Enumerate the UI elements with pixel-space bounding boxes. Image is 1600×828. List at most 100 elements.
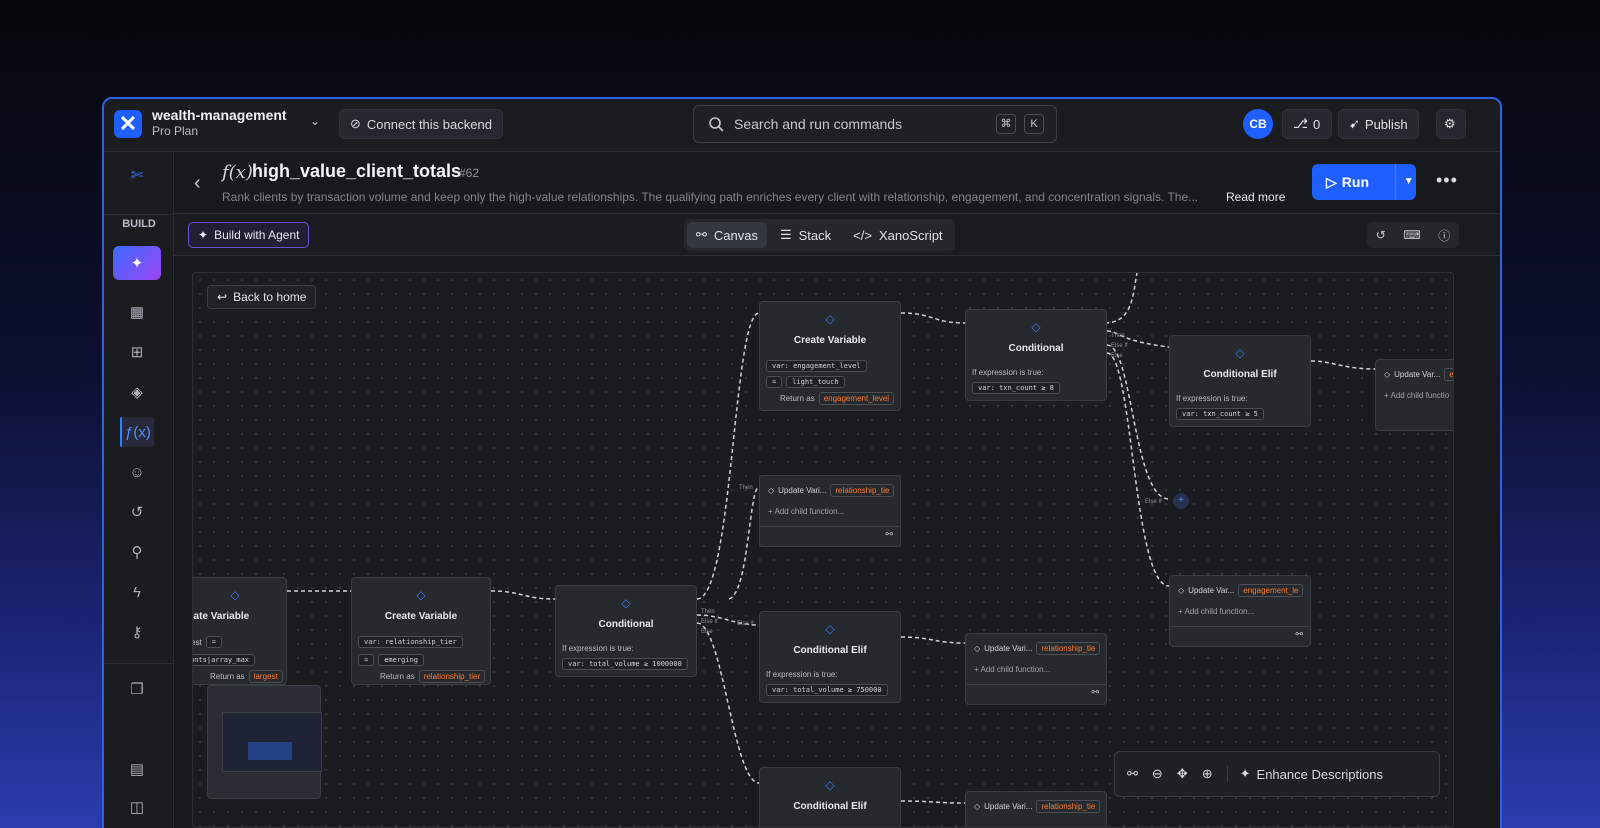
- cmd-key: ⌘: [996, 114, 1016, 134]
- tab-stack[interactable]: ☰ Stack: [771, 222, 840, 248]
- stack-icon: ☰: [779, 227, 792, 242]
- workspace-plan: Pro Plan: [152, 124, 199, 138]
- sparkle-agent-icon[interactable]: ✦: [113, 246, 161, 280]
- update-variable-node[interactable]: ◇ Update Vari... relationship_tie: [965, 791, 1107, 827]
- zoom-out-icon[interactable]: ⊖: [1152, 766, 1163, 782]
- build-section-label: BUILD: [122, 218, 156, 230]
- tag-icon: ◇: [768, 486, 775, 495]
- page-title[interactable]: high_value_client_totals: [252, 161, 461, 182]
- expr: var: txn_count ≥ 8: [972, 382, 1060, 394]
- create-variable-engagement-node[interactable]: ◇ Create Variable var: engagement_level …: [759, 301, 901, 411]
- keyboard-icon[interactable]: ⌨: [1403, 228, 1420, 242]
- value: light_touch: [786, 376, 845, 388]
- zoom-in-icon[interactable]: ⊕: [1202, 766, 1213, 782]
- var-pill: var: relationship_tier: [358, 636, 463, 648]
- info-icon[interactable]: ⓘ: [1438, 227, 1450, 244]
- panel-icon[interactable]: ◫: [120, 792, 154, 822]
- create-variable-largest-node[interactable]: ◇ eate Variable rgest= unts|array_max Re…: [192, 577, 287, 685]
- update-variable-node[interactable]: ◇ Update Var... e + Add child functio: [1375, 359, 1453, 431]
- more-options-icon[interactable]: •••: [1436, 170, 1458, 191]
- run-label: Run: [1341, 174, 1369, 190]
- bot-icon[interactable]: ☺: [120, 457, 154, 487]
- publish-button[interactable]: ➹ Publish: [1338, 109, 1419, 139]
- function-description: Rank clients by transaction volume and k…: [222, 190, 1199, 204]
- enhance-descriptions-button[interactable]: ✦ Enhance Descriptions: [1226, 766, 1383, 782]
- conditional-elif-volume-node[interactable]: ◇ Conditional Elif If expression is true…: [759, 611, 901, 703]
- xano-logo-icon[interactable]: ✕: [114, 110, 142, 138]
- connect-backend-label: Connect this backend: [366, 116, 492, 132]
- back-to-home-label: Back to home: [233, 290, 307, 304]
- tag-icon: ◇: [1178, 586, 1185, 595]
- top-bar: ✕ wealth-management Pro Plan ⌄ ⊘ Connect…: [104, 99, 1500, 152]
- history-icon[interactable]: ↺: [1376, 228, 1386, 242]
- run-button[interactable]: ▷ Run ▼: [1312, 164, 1416, 200]
- return-var: engagement_level: [818, 392, 895, 405]
- table-icon[interactable]: ⊞: [120, 337, 154, 367]
- functions-icon[interactable]: ƒ(x): [120, 417, 154, 447]
- tag-icon: ◇: [416, 588, 426, 602]
- storage-icon[interactable]: ▤: [120, 754, 154, 784]
- recenter-icon[interactable]: ✥: [1177, 766, 1188, 782]
- elseif-tag: Else If: [737, 621, 754, 627]
- tools-icon[interactable]: ✄: [120, 160, 154, 190]
- update-variable-node[interactable]: ◇ Update Vari... relationship_tie + Add ch…: [965, 633, 1107, 705]
- add-child-function-link[interactable]: + Add child functio: [1384, 391, 1449, 400]
- bolt-icon[interactable]: ϟ: [120, 577, 154, 607]
- add-child-function-link[interactable]: + Add child function...: [1178, 607, 1254, 616]
- history-icon[interactable]: ↺: [120, 497, 154, 527]
- workspace-switcher[interactable]: wealth-management Pro Plan: [152, 107, 287, 138]
- minimap[interactable]: [207, 685, 322, 799]
- node-title: Create Variable: [384, 611, 458, 622]
- diamond-icon: ◇: [621, 596, 631, 610]
- build-with-agent-button[interactable]: ✦ Build with Agent: [188, 222, 310, 248]
- workspace-name: wealth-management: [152, 107, 287, 123]
- chevron-down-icon[interactable]: ⌄: [310, 114, 320, 128]
- key-icon[interactable]: ⚷: [120, 617, 154, 647]
- update-variable-node[interactable]: ◇ Update Vari... relationship_tie + Add ch…: [759, 475, 901, 547]
- update-variable-node[interactable]: ◇ Update Var... engagement_le + Add child …: [1169, 575, 1311, 647]
- conditional-elif-bottom-node[interactable]: ◇ Conditional Elif: [759, 767, 901, 827]
- dashboard-icon[interactable]: ▦: [120, 297, 154, 327]
- read-more-link[interactable]: Read more: [1226, 190, 1285, 204]
- add-branch-icon[interactable]: +: [1173, 493, 1189, 509]
- connect-backend-button[interactable]: ⊘ Connect this backend: [339, 109, 503, 139]
- settings-button[interactable]: ⚙: [1436, 109, 1466, 139]
- return-var: relationship_tier: [418, 670, 486, 683]
- back-chevron-icon[interactable]: ‹: [194, 172, 201, 195]
- update-var: relationship_tie: [830, 484, 895, 497]
- conditional-volume-node[interactable]: ◇ Conditional If expression is true: var…: [555, 585, 697, 677]
- flow-canvas[interactable]: ↩ Back to home ◇ eate Variable rgest= un…: [192, 272, 1454, 828]
- create-variable-tier-node[interactable]: ◇ Create Variable var: relationship_tier…: [351, 577, 491, 685]
- node-title: eate Variable: [192, 611, 250, 622]
- fit-flow-icon[interactable]: ⚯: [1127, 766, 1138, 782]
- add-child-function-link[interactable]: + Add child function...: [768, 507, 844, 516]
- branch-icon[interactable]: ⚯: [1091, 687, 1099, 698]
- branch-icon[interactable]: ⚯: [1295, 629, 1303, 640]
- tab-xanoscript-label: XanoScript: [878, 227, 943, 243]
- avatar[interactable]: CB: [1243, 109, 1273, 139]
- workflow-icon[interactable]: ⚲: [120, 537, 154, 567]
- layers-icon[interactable]: ◈: [120, 377, 154, 407]
- enhance-descriptions-label: Enhance Descriptions: [1256, 766, 1383, 782]
- tab-xanoscript[interactable]: </> XanoScript: [844, 222, 951, 248]
- caret-down-icon[interactable]: ▼: [1394, 164, 1414, 200]
- conditional-txn-node[interactable]: ◇ Conditional If expression is true: var…: [965, 309, 1107, 401]
- node-title: Conditional: [1008, 343, 1064, 354]
- tab-canvas[interactable]: ⚯ Canvas: [687, 222, 767, 248]
- add-child-function-link[interactable]: + Add child function...: [974, 665, 1050, 674]
- tab-stack-label: Stack: [798, 227, 832, 243]
- node-title: Conditional: [598, 619, 654, 630]
- back-to-home-button[interactable]: ↩ Back to home: [207, 285, 317, 309]
- return-arrow-icon: ↩: [217, 290, 228, 304]
- conditional-elif-txn-node[interactable]: ◇ Conditional Elif If expression is true…: [1169, 335, 1311, 427]
- update-label: Update Var...: [1394, 370, 1441, 379]
- update-var: e: [1444, 368, 1453, 381]
- code-icon: </>: [853, 227, 872, 243]
- view-switcher: ⚯ Canvas ☰ Stack </> XanoScript: [684, 219, 955, 251]
- branch-icon[interactable]: ⚯: [885, 529, 893, 540]
- return-prefix: Return as: [210, 672, 245, 681]
- commits-button[interactable]: ⎇ 0: [1282, 109, 1332, 139]
- expr: var: txn_count ≥ 5: [1176, 408, 1264, 420]
- copy-icon[interactable]: ❐: [120, 674, 154, 704]
- command-search[interactable]: Search and run commands ⌘ K: [693, 105, 1057, 143]
